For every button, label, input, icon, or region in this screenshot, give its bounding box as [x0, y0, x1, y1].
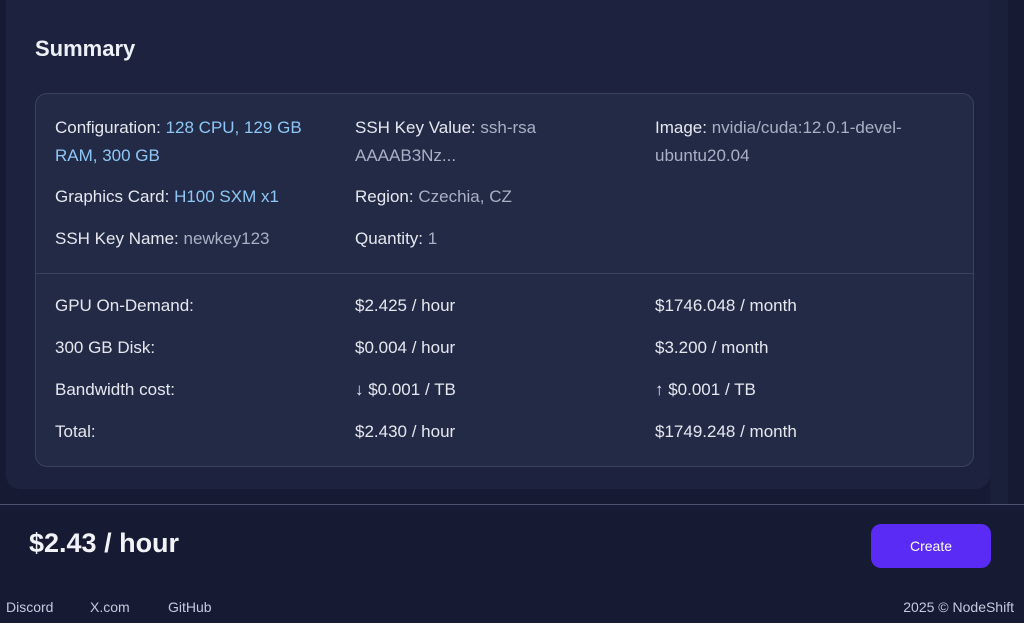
hourly-price: $2.43 / hour [29, 528, 180, 558]
bandwidth-upload-cost: ↑ $0.001 / TB [655, 380, 756, 399]
summary-title: Summary [35, 36, 136, 61]
bandwidth-download-cost: ↓ $0.001 / TB [355, 380, 456, 399]
cost-row-label: GPU On-Demand: [55, 296, 194, 315]
image-item: Image: nvidia/cuda:12.0.1-devel-ubuntu20… [655, 114, 935, 170]
graphics-card-label: Graphics Card: [55, 187, 170, 206]
ssh-key-name-label: SSH Key Name: [55, 229, 179, 248]
total-hourly: $2.430 / hour [355, 422, 456, 441]
ssh-key-value-label: SSH Key Value: [355, 118, 476, 137]
summary-card: Summary Configuration: 128 CPU, 129 GB R… [6, 0, 990, 489]
quantity-label: Quantity: [355, 229, 424, 248]
cost-row-hourly: $2.425 / hour [355, 296, 456, 315]
cost-row-monthly: $1746.048 / month [655, 296, 797, 315]
footer-link-github[interactable]: GitHub [168, 599, 212, 615]
scrollbar-track[interactable] [990, 0, 1008, 505]
summary-divider [36, 273, 973, 274]
summary-box: Configuration: 128 CPU, 129 GB RAM, 300 … [35, 93, 974, 467]
cost-row-monthly: $3.200 / month [655, 338, 769, 357]
footer-link-x[interactable]: X.com [90, 599, 130, 615]
create-button[interactable]: Create [871, 524, 991, 568]
configuration-item: Configuration: 128 CPU, 129 GB RAM, 300 … [55, 114, 335, 170]
cost-row-hourly: $0.004 / hour [355, 338, 456, 357]
copyright: 2025 © NodeShift [903, 599, 1014, 615]
graphics-card-item: Graphics Card: H100 SXM x1 [55, 183, 335, 211]
ssh-key-value-item: SSH Key Value: ssh-rsa AAAAB3Nz... [355, 114, 575, 170]
configuration-label: Configuration: [55, 118, 161, 137]
page: Summary Configuration: 128 CPU, 129 GB R… [0, 0, 1024, 623]
cost-row-label: 300 GB Disk: [55, 338, 156, 357]
footer-link-discord[interactable]: Discord [6, 599, 53, 615]
image-label: Image: [655, 118, 707, 137]
graphics-card-value: H100 SXM x1 [174, 187, 279, 206]
region-value: Czechia, CZ [418, 187, 512, 206]
ssh-key-name-value: newkey123 [183, 229, 270, 248]
region-label: Region: [355, 187, 414, 206]
footer-bar-divider [0, 504, 1024, 505]
total-label: Total: [55, 422, 96, 441]
ssh-key-name-item: SSH Key Name: newkey123 [55, 225, 335, 253]
region-item: Region: Czechia, CZ [355, 183, 635, 211]
total-monthly: $1749.248 / month [655, 422, 797, 441]
quantity-item: Quantity: 1 [355, 225, 635, 253]
quantity-value: 1 [427, 229, 438, 248]
cost-row-label: Bandwidth cost: [55, 380, 176, 399]
